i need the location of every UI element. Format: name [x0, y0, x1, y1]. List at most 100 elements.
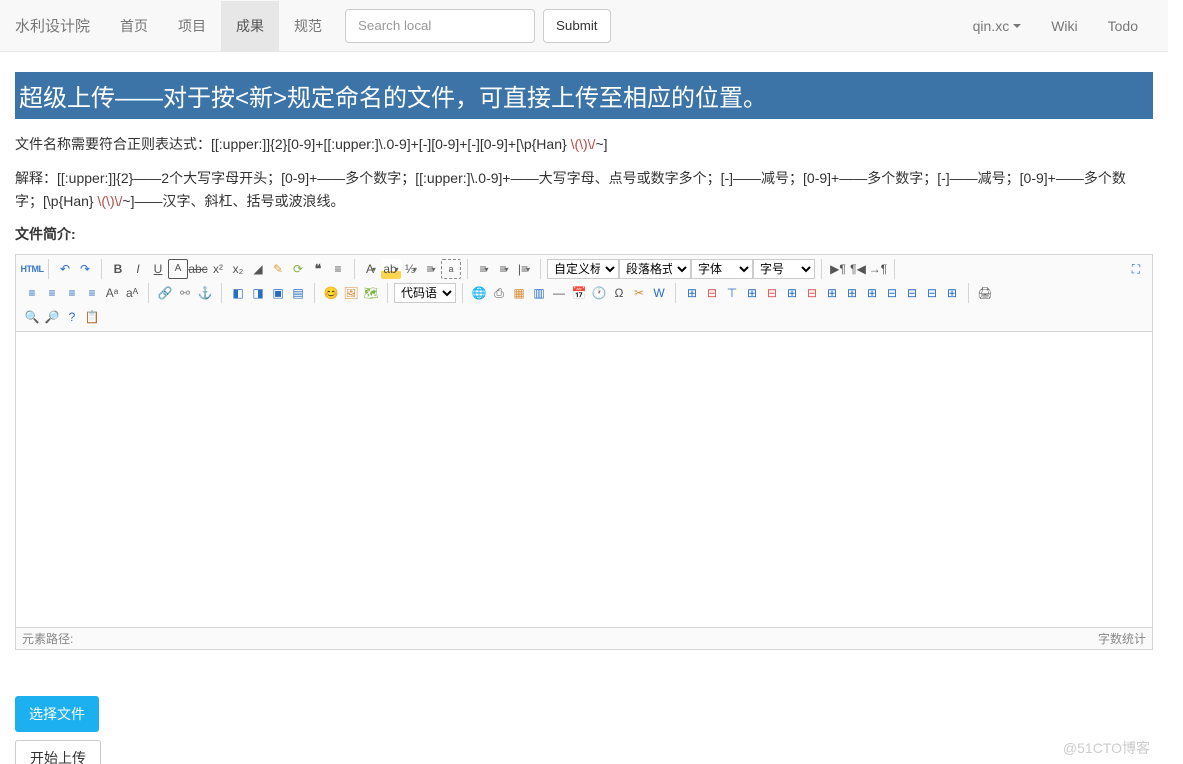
nav-result[interactable]: 成果 — [221, 1, 279, 51]
emoji-button[interactable]: 😊 — [321, 283, 341, 303]
nav-user-menu[interactable]: qin.xc — [958, 3, 1037, 49]
search-replace-button[interactable]: 🔍 — [22, 307, 42, 327]
indent-right-button[interactable]: ▶¶ — [828, 259, 848, 279]
unordered-list-button[interactable]: ≡▾ — [421, 259, 441, 279]
nav-todo[interactable]: Todo — [1093, 3, 1153, 49]
insert-col-button[interactable]: ⊞ — [782, 283, 802, 303]
redo-button[interactable]: ↷ — [75, 259, 95, 279]
print-button[interactable]: 🖨 — [975, 283, 995, 303]
fullscreen-button[interactable]: ⛶ — [1126, 259, 1146, 279]
snapscreen-button[interactable]: ✂ — [629, 283, 649, 303]
insert-row-button[interactable]: ⊞ — [742, 283, 762, 303]
indent-left-button[interactable]: ¶◀ — [848, 259, 868, 279]
link-button[interactable]: 🔗 — [155, 283, 175, 303]
align-center-button[interactable]: ≡ — [42, 283, 62, 303]
font-family-select[interactable]: 字体 — [691, 259, 753, 279]
underline-button[interactable]: U — [148, 259, 168, 279]
paragraph-format-select[interactable]: 段落格式 — [619, 259, 691, 279]
eraser-button[interactable]: ◢ — [248, 259, 268, 279]
selectall-button[interactable]: a — [441, 259, 461, 279]
date-button[interactable]: 📅 — [569, 283, 589, 303]
subscript-button[interactable]: x₂ — [228, 259, 248, 279]
rich-text-editor: HTML ↶ ↷ B I U A abc x² x₂ ◢ ✎ ⟳ — [15, 254, 1153, 650]
split-cols-button[interactable]: ⊟ — [922, 283, 942, 303]
superscript-button[interactable]: x² — [208, 259, 228, 279]
background-button[interactable]: ▦ — [509, 283, 529, 303]
nav-spec[interactable]: 规范 — [279, 1, 337, 51]
pasteplain-button[interactable]: ≡ — [328, 259, 348, 279]
merge-right-button[interactable]: ⊞ — [842, 283, 862, 303]
map-button[interactable]: 🗺 — [361, 283, 381, 303]
nav-brand[interactable]: 水利设计院 — [15, 0, 105, 51]
image-left-button[interactable]: ◧ — [228, 283, 248, 303]
delete-table-button[interactable]: ⊟ — [702, 283, 722, 303]
image-none-button[interactable]: ▤ — [288, 283, 308, 303]
nav-home[interactable]: 首页 — [105, 1, 163, 51]
formatmatch-button[interactable]: ✎ — [268, 259, 288, 279]
start-upload-button[interactable]: 开始上传 — [15, 740, 101, 764]
drafts-button[interactable]: 📋 — [82, 307, 102, 327]
custom-title-select[interactable]: 自定义标题 — [547, 259, 619, 279]
nav-user-label: qin.xc — [973, 18, 1010, 34]
webapp-button[interactable]: 🌐 — [469, 283, 489, 303]
editor-statusbar: 元素路径: 字数统计 — [16, 627, 1152, 649]
anchor-button[interactable]: ⚓ — [195, 283, 215, 303]
help-button[interactable]: ? — [62, 307, 82, 327]
indent-button[interactable]: →¶ — [868, 259, 888, 279]
preview-button[interactable]: 🔎 — [42, 307, 62, 327]
unlink-button[interactable]: ⚯ — [175, 283, 195, 303]
html-source-button[interactable]: HTML — [22, 259, 42, 279]
search-input[interactable] — [345, 9, 535, 43]
align-left-button[interactable]: ≡ — [22, 283, 42, 303]
rowspacing-top-button[interactable]: ≡▾ — [474, 259, 494, 279]
italic-button[interactable]: I — [128, 259, 148, 279]
submit-button[interactable]: Submit — [543, 9, 610, 43]
bold-button[interactable]: B — [108, 259, 128, 279]
delete-row-button[interactable]: ⊟ — [762, 283, 782, 303]
select-file-button[interactable]: 选择文件 — [15, 696, 99, 732]
split-cells-button[interactable]: ⊟ — [882, 283, 902, 303]
ordered-list-button[interactable]: ⅓▾ — [401, 259, 421, 279]
insert-table-button[interactable]: ⊞ — [682, 283, 702, 303]
charts-button[interactable]: ⊞ — [942, 283, 962, 303]
merge-down-button[interactable]: ⊞ — [862, 283, 882, 303]
lineheight-button[interactable]: |≡▾ — [514, 259, 534, 279]
image-button[interactable]: 🖼 — [341, 283, 361, 303]
align-right-button[interactable]: ≡ — [62, 283, 82, 303]
element-path-label: 元素路径: — [22, 630, 73, 647]
code-language-select[interactable]: 代码语言 — [394, 283, 456, 303]
autotypeset-button[interactable]: ⟳ — [288, 259, 308, 279]
time-button[interactable]: 🕐 — [589, 283, 609, 303]
delete-col-button[interactable]: ⊟ — [802, 283, 822, 303]
caret-down-icon — [1013, 24, 1021, 28]
rowspacing-bottom-button[interactable]: ≡▾ — [494, 259, 514, 279]
font-size-select[interactable]: 字号 — [753, 259, 815, 279]
editor-toolbar: HTML ↶ ↷ B I U A abc x² x₂ ◢ ✎ ⟳ — [16, 255, 1152, 332]
horizontal-rule-button[interactable]: — — [549, 283, 569, 303]
split-rows-button[interactable]: ⊟ — [902, 283, 922, 303]
strikethrough-button[interactable]: abc — [188, 259, 208, 279]
undo-button[interactable]: ↶ — [55, 259, 75, 279]
wordcount-label[interactable]: 字数统计 — [1098, 630, 1146, 647]
nav-project[interactable]: 项目 — [163, 1, 221, 51]
pagebreak-button[interactable]: ⎙ — [489, 283, 509, 303]
lowercase-button[interactable]: aᴬ — [122, 283, 142, 303]
merge-cells-button[interactable]: ⊞ — [822, 283, 842, 303]
uppercase-button[interactable]: Aᵃ — [102, 283, 122, 303]
blockquote-button[interactable]: ❝ — [308, 259, 328, 279]
file-intro-label: 文件简介: — [15, 224, 1153, 244]
forecolor-button[interactable]: A▾ — [361, 259, 381, 279]
backcolor-button[interactable]: ab▾ — [381, 259, 401, 279]
fontborder-button[interactable]: A — [168, 259, 188, 279]
align-justify-button[interactable]: ≡ — [82, 283, 102, 303]
image-center-button[interactable]: ▣ — [268, 283, 288, 303]
navbar: 水利设计院 首页 项目 成果 规范 Submit qin.xc Wiki Tod… — [0, 0, 1168, 52]
wordimage-button[interactable]: W — [649, 283, 669, 303]
nav-wiki[interactable]: Wiki — [1036, 3, 1092, 49]
page-title-banner: 超级上传——对于按<新>规定命名的文件，可直接上传至相应的位置。 — [15, 72, 1153, 119]
insert-para-before-button[interactable]: ⊤ — [722, 283, 742, 303]
editor-content-area[interactable] — [16, 332, 1152, 627]
template-button[interactable]: ▥ — [529, 283, 549, 303]
specialchar-button[interactable]: Ω — [609, 283, 629, 303]
image-right-button[interactable]: ◨ — [248, 283, 268, 303]
